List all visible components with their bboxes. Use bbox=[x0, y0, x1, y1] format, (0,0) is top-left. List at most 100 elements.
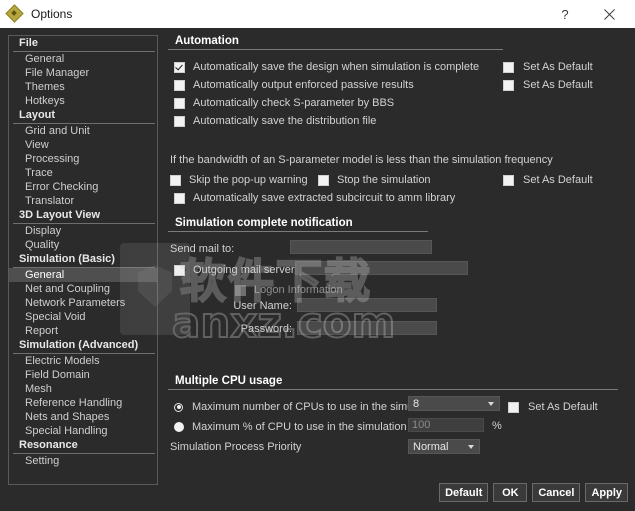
sidebar-item-view[interactable]: View bbox=[9, 138, 157, 152]
set-as-default-row-3: Set As Default bbox=[503, 171, 593, 189]
automation-section-header: Automation bbox=[168, 35, 503, 50]
percent-suffix-label: % bbox=[492, 420, 502, 432]
cpu-section-header: Multiple CPU usage bbox=[168, 375, 618, 390]
sidebar-item-error-checking[interactable]: Error Checking bbox=[9, 180, 157, 194]
sidebar-item-processing[interactable]: Processing bbox=[9, 152, 157, 166]
max-percent-input[interactable]: 100 bbox=[408, 418, 484, 432]
notification-section-header: Simulation complete notification bbox=[168, 217, 428, 232]
cpu-title: Multiple CPU usage bbox=[175, 375, 283, 387]
sidebar-item-general[interactable]: General bbox=[9, 52, 157, 66]
auto-save-distribution-checkbox[interactable] bbox=[174, 115, 185, 127]
set-as-default-3-checkbox[interactable] bbox=[503, 174, 514, 186]
set-as-default-1-label: Set As Default bbox=[523, 61, 593, 73]
automation-option-row-1: Automatically save the design when simul… bbox=[174, 58, 479, 76]
sidebar-item-display[interactable]: Display bbox=[9, 224, 157, 238]
auto-save-design-checkbox[interactable] bbox=[174, 61, 185, 73]
tree-group-layout: Layout bbox=[13, 108, 155, 124]
skip-popup-row: Skip the pop-up warning bbox=[170, 171, 308, 189]
settings-category-tree[interactable]: File General File Manager Themes Hotkeys… bbox=[8, 35, 158, 485]
cpu-set-as-default-row: Set As Default bbox=[508, 398, 598, 416]
auto-save-distribution-label: Automatically save the distribution file bbox=[193, 115, 377, 127]
auto-output-passive-label: Automatically output enforced passive re… bbox=[193, 79, 414, 91]
skip-popup-checkbox[interactable] bbox=[170, 174, 181, 186]
automation-option-row-3: Automatically check S-parameter by BBS bbox=[174, 94, 394, 112]
cpu-set-as-default-checkbox[interactable] bbox=[508, 401, 519, 413]
logon-information-checkbox[interactable] bbox=[235, 284, 246, 296]
max-cpus-radio[interactable] bbox=[174, 402, 183, 412]
set-as-default-2-checkbox[interactable] bbox=[503, 79, 514, 91]
sidebar-item-trace[interactable]: Trace bbox=[9, 166, 157, 180]
max-percent-row: Maximum % of CPU to use in the simulatio… bbox=[174, 418, 407, 436]
priority-value: Normal bbox=[413, 440, 449, 453]
help-icon[interactable]: ? bbox=[543, 0, 587, 28]
sidebar-item-themes[interactable]: Themes bbox=[9, 80, 157, 94]
save-subcircuit-checkbox[interactable] bbox=[174, 192, 185, 204]
max-percent-radio[interactable] bbox=[174, 422, 184, 432]
priority-label: Simulation Process Priority bbox=[170, 441, 302, 453]
tree-group-simulation-advanced: Simulation (Advanced) bbox=[13, 338, 155, 354]
sidebar-item-network-parameters[interactable]: Network Parameters bbox=[9, 296, 157, 310]
tree-group-3d-layout-view: 3D Layout View bbox=[13, 208, 155, 224]
sidebar-item-mesh[interactable]: Mesh bbox=[9, 382, 157, 396]
sidebar-item-special-handling[interactable]: Special Handling bbox=[9, 424, 157, 438]
auto-check-sparameter-checkbox[interactable] bbox=[174, 97, 185, 109]
sidebar-item-field-domain[interactable]: Field Domain bbox=[9, 368, 157, 382]
cpu-divider bbox=[168, 389, 618, 390]
max-cpus-label: Maximum number of CPUs to use in the sim… bbox=[192, 401, 440, 413]
dialog-button-bar: Default OK Cancel Apply bbox=[439, 483, 628, 502]
stop-simulation-checkbox[interactable] bbox=[318, 174, 329, 186]
sidebar-item-electric-models[interactable]: Electric Models bbox=[9, 354, 157, 368]
smtp-checkbox[interactable] bbox=[174, 264, 185, 276]
settings-content-pane: Automation Automatically save the design… bbox=[168, 35, 628, 483]
sidebar-item-file-manager[interactable]: File Manager bbox=[9, 66, 157, 80]
cancel-button[interactable]: Cancel bbox=[532, 483, 581, 502]
diamond-app-icon bbox=[5, 4, 24, 23]
tree-group-resonance: Resonance bbox=[13, 438, 155, 454]
default-button[interactable]: Default bbox=[439, 483, 489, 502]
password-label: Password: bbox=[240, 323, 292, 335]
ok-button[interactable]: OK bbox=[493, 483, 528, 502]
window-title: Options bbox=[31, 7, 73, 21]
sidebar-item-translator[interactable]: Translator bbox=[9, 194, 157, 208]
password-input[interactable] bbox=[297, 321, 437, 335]
tree-group-file: File bbox=[13, 36, 155, 52]
chevron-down-icon bbox=[488, 402, 494, 406]
stop-simulation-label: Stop the simulation bbox=[337, 174, 431, 186]
max-cpus-value: 8 bbox=[413, 397, 420, 410]
sidebar-item-special-void[interactable]: Special Void bbox=[9, 310, 157, 324]
sidebar-item-quality[interactable]: Quality bbox=[9, 238, 157, 252]
stop-simulation-row: Stop the simulation bbox=[318, 171, 431, 189]
automation-option-row-4: Automatically save the distribution file bbox=[174, 112, 376, 130]
close-icon[interactable] bbox=[587, 0, 631, 28]
send-mail-label: Send mail to: bbox=[170, 243, 235, 255]
set-as-default-row-1: Set As Default bbox=[503, 58, 593, 76]
sidebar-item-hotkeys[interactable]: Hotkeys bbox=[9, 94, 157, 108]
sidebar-item-nets-and-shapes[interactable]: Nets and Shapes bbox=[9, 410, 157, 424]
chevron-down-icon bbox=[468, 445, 474, 449]
notification-divider bbox=[168, 231, 428, 232]
smtp-input[interactable] bbox=[295, 261, 468, 275]
sidebar-item-net-and-coupling[interactable]: Net and Coupling bbox=[9, 282, 157, 296]
automation-option-row-2: Automatically output enforced passive re… bbox=[174, 76, 414, 94]
username-input[interactable] bbox=[297, 298, 437, 312]
sidebar-item-simulation-general[interactable]: General bbox=[9, 268, 157, 282]
send-mail-input[interactable] bbox=[290, 240, 432, 254]
max-cpus-dropdown[interactable]: 8 bbox=[408, 396, 500, 411]
sidebar-item-reference-handling[interactable]: Reference Handling bbox=[9, 396, 157, 410]
cpu-set-as-default-label: Set As Default bbox=[528, 401, 598, 413]
sidebar-item-report[interactable]: Report bbox=[9, 324, 157, 338]
set-as-default-2-label: Set As Default bbox=[523, 79, 593, 91]
priority-dropdown[interactable]: Normal bbox=[408, 439, 480, 454]
set-as-default-1-checkbox[interactable] bbox=[503, 61, 514, 73]
sidebar-item-setting[interactable]: Setting bbox=[9, 454, 157, 468]
sidebar-item-grid-and-unit[interactable]: Grid and Unit bbox=[9, 124, 157, 138]
apply-button[interactable]: Apply bbox=[585, 483, 628, 502]
auto-output-passive-checkbox[interactable] bbox=[174, 79, 185, 91]
dialog-body: File General File Manager Themes Hotkeys… bbox=[0, 28, 635, 511]
set-as-default-row-2: Set As Default bbox=[503, 76, 593, 94]
bandwidth-note: If the bandwidth of an S-parameter model… bbox=[170, 154, 553, 166]
save-subcircuit-row: Automatically save extracted subcircuit … bbox=[174, 189, 455, 207]
auto-check-sparameter-label: Automatically check S-parameter by BBS bbox=[193, 97, 395, 109]
auto-save-design-label: Automatically save the design when simul… bbox=[193, 61, 480, 73]
skip-popup-label: Skip the pop-up warning bbox=[189, 174, 308, 186]
